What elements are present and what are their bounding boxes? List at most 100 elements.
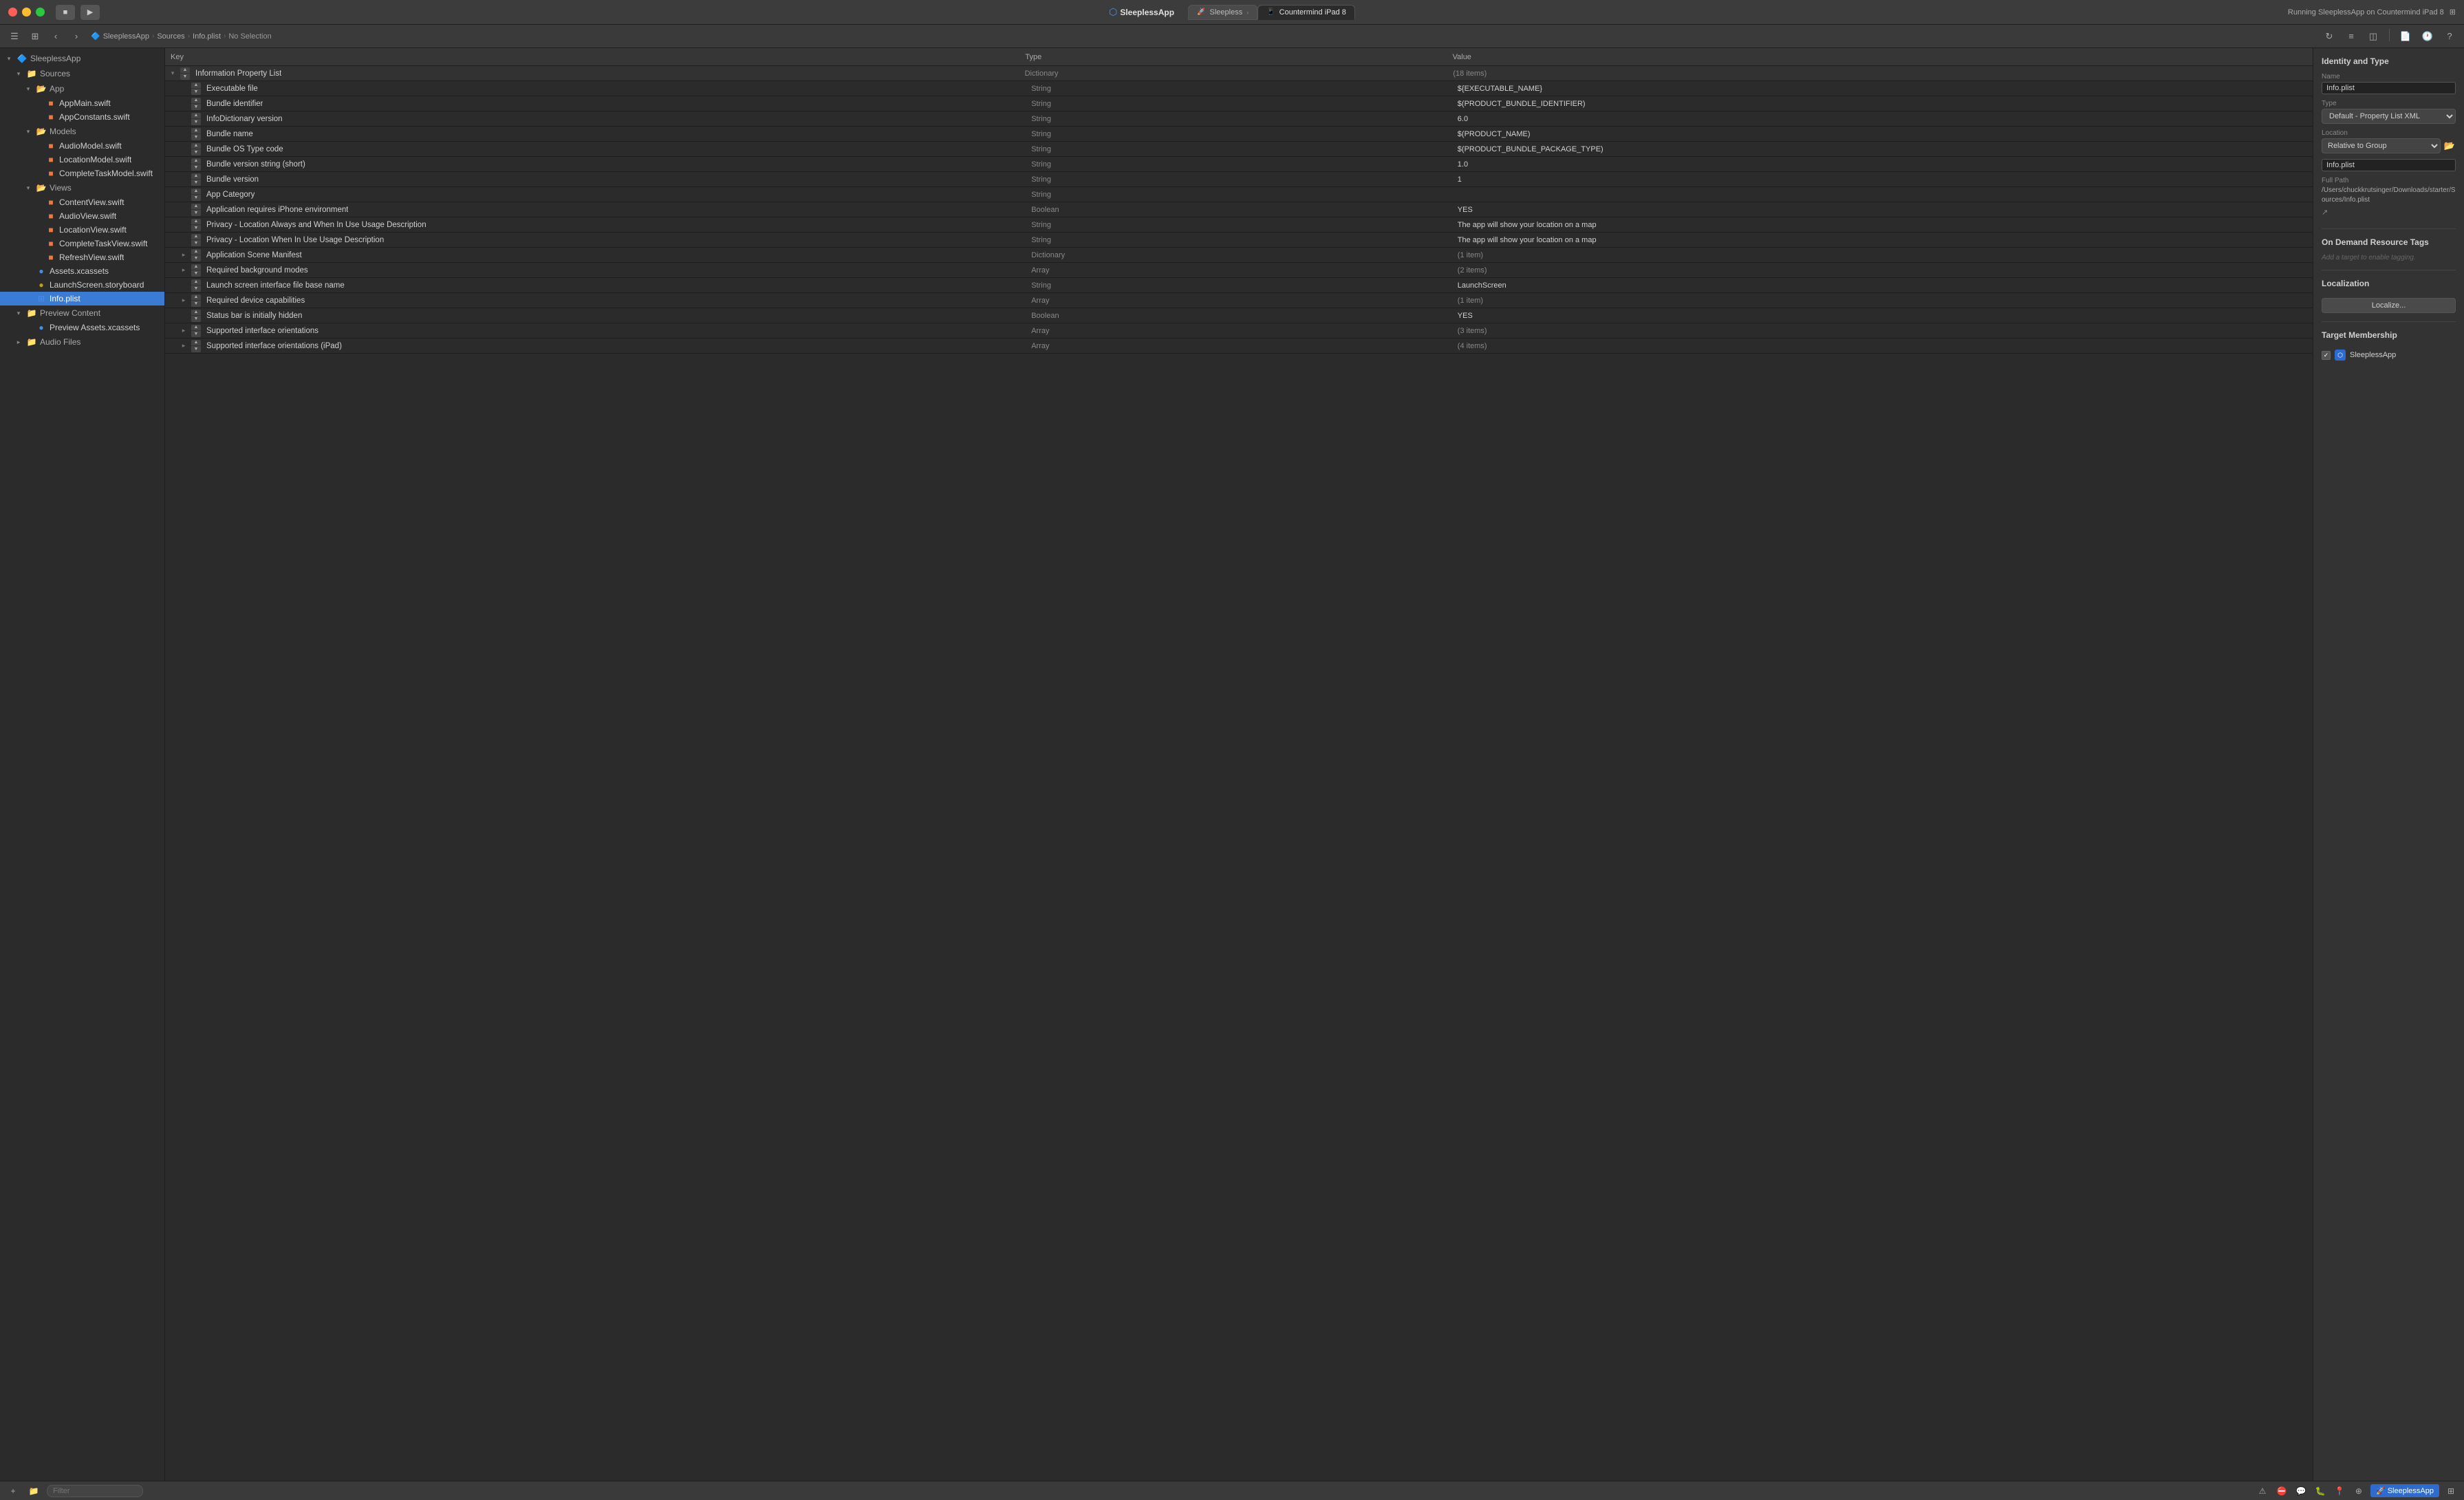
plist-row-infodict[interactable]: ▲ ▼ InfoDictionary version String 6.0 xyxy=(165,111,2313,127)
row-stepper-up-bid[interactable]: ▲ xyxy=(191,98,201,104)
sidebar-item-launchscreen[interactable]: ● LaunchScreen.storyboard xyxy=(0,278,164,292)
row-stepper-bundleid[interactable]: ▲ ▼ xyxy=(191,98,201,110)
row-stepper-down-sm[interactable]: ▼ xyxy=(191,255,201,261)
row-stepper-privacy-always[interactable]: ▲ ▼ xyxy=(191,219,201,231)
row-stepper-requiresiphone[interactable]: ▲ ▼ xyxy=(191,204,201,216)
list-view-icon[interactable]: ≡ xyxy=(2342,29,2360,44)
row-stepper-down-exec[interactable]: ▼ xyxy=(191,89,201,95)
row-disclosure-reqbg[interactable] xyxy=(179,266,188,275)
plist-row-launchscreen[interactable]: ▲ ▼ Launch screen interface file base na… xyxy=(165,278,2313,293)
plist-row-bundlevershort[interactable]: ▲ ▼ Bundle version string (short) String… xyxy=(165,157,2313,172)
sidebar-item-completetaskview[interactable]: ■ CompleteTaskView.swift xyxy=(0,237,164,250)
refresh-icon[interactable]: ↻ xyxy=(2320,29,2338,44)
plist-row-scene-manifest[interactable]: ▲ ▼ Application Scene Manifest Dictionar… xyxy=(165,248,2313,263)
row-stepper-up-pw[interactable]: ▲ xyxy=(191,234,201,240)
sidebar-group-models[interactable]: 📂 Models xyxy=(0,124,164,139)
row-stepper-up-id[interactable]: ▲ xyxy=(191,113,201,119)
sidebar-toggle-button[interactable]: ☰ xyxy=(6,29,23,44)
sidebar-item-infoplist[interactable]: ⊞ Info.plist xyxy=(0,292,164,306)
row-stepper-up-bvs[interactable]: ▲ xyxy=(191,158,201,164)
messages-button[interactable]: 💬 xyxy=(2293,1484,2309,1498)
row-stepper-up-rb[interactable]: ▲ xyxy=(191,264,201,270)
memory-button[interactable]: ⊕ xyxy=(2351,1484,2366,1498)
row-stepper-up-bos[interactable]: ▲ xyxy=(191,143,201,149)
row-stepper-root[interactable]: ▲ ▼ xyxy=(180,67,190,80)
row-stepper-down-ac[interactable]: ▼ xyxy=(191,195,201,201)
close-button[interactable] xyxy=(8,8,17,17)
breadcrumb-noselection[interactable]: No Selection xyxy=(228,32,271,41)
fullpath-reveal-icon[interactable]: ↗ xyxy=(2322,208,2334,220)
expand-button[interactable]: ⊞ xyxy=(2443,1484,2458,1498)
plist-row-statusbar[interactable]: ▲ ▼ Status bar is initially hidden Boole… xyxy=(165,308,2313,323)
run-button[interactable]: ▶ xyxy=(80,5,100,20)
folder-nav-button[interactable]: 📁 xyxy=(26,1484,41,1498)
sidebar-item-appconstants[interactable]: ■ AppConstants.swift xyxy=(0,110,164,124)
row-stepper-executable[interactable]: ▲ ▼ xyxy=(191,83,201,95)
breadcrumb-sources[interactable]: Sources xyxy=(157,32,184,41)
row-disclosure-reqdevice[interactable] xyxy=(179,296,188,306)
scheme-button[interactable]: 🚀 SleeplessApp xyxy=(2370,1484,2439,1497)
quick-help-icon[interactable]: ? xyxy=(2441,29,2458,44)
sidebar-item-contentview[interactable]: ■ ContentView.swift xyxy=(0,195,164,209)
row-stepper-down-bv[interactable]: ▼ xyxy=(191,180,201,186)
row-stepper-bundlever[interactable]: ▲ ▼ xyxy=(191,173,201,186)
row-stepper-appcategory[interactable]: ▲ ▼ xyxy=(191,189,201,201)
row-stepper-down-pw[interactable]: ▼ xyxy=(191,240,201,246)
sidebar-item-previewassets[interactable]: ● Preview Assets.xcassets xyxy=(0,321,164,334)
plist-row-appcategory[interactable]: ▲ ▼ App Category String xyxy=(165,187,2313,202)
row-stepper-down-sor[interactable]: ▼ xyxy=(191,331,201,337)
sidebar-item-audiomodel[interactable]: ■ AudioModel.swift xyxy=(0,139,164,153)
location-browse-icon[interactable]: 📂 xyxy=(2443,140,2456,152)
target-item-sleeplessapp[interactable]: ✓ ⬡ SleeplessApp xyxy=(2322,347,2456,363)
row-stepper-down-bn[interactable]: ▼ xyxy=(191,134,201,140)
file-inspector-icon[interactable]: 📄 xyxy=(2397,29,2414,44)
row-stepper-privacy-when[interactable]: ▲ ▼ xyxy=(191,234,201,246)
sidebar-item-completetaskmodel[interactable]: ■ CompleteTaskModel.swift xyxy=(0,167,164,180)
tab-sleepless[interactable]: 🚀 Sleepless › xyxy=(1188,5,1257,20)
target-checkbox-sleeplessapp[interactable]: ✓ xyxy=(2322,351,2331,360)
plist-row-executable[interactable]: ▲ ▼ Executable file String ${EXECUTABLE_… xyxy=(165,81,2313,96)
row-stepper-scene[interactable]: ▲ ▼ xyxy=(191,249,201,261)
row-stepper-bundlename[interactable]: ▲ ▼ xyxy=(191,128,201,140)
row-stepper-up-ri[interactable]: ▲ xyxy=(191,204,201,210)
row-stepper-up-exec[interactable]: ▲ xyxy=(191,83,201,89)
row-stepper-orient-ipad[interactable]: ▲ ▼ xyxy=(191,340,201,352)
row-stepper-up-bv[interactable]: ▲ xyxy=(191,173,201,180)
row-disclosure-scene[interactable] xyxy=(179,250,188,260)
plist-row-requiresiphone[interactable]: ▲ ▼ Application requires iPhone environm… xyxy=(165,202,2313,217)
inspector-toggle-icon[interactable]: ◫ xyxy=(2364,29,2382,44)
stop-button[interactable]: ■ xyxy=(56,5,75,20)
plist-row-bundlename[interactable]: ▲ ▼ Bundle name String $(PRODUCT_NAME) xyxy=(165,127,2313,142)
plist-row-orient-ipad[interactable]: ▲ ▼ Supported interface orientations (iP… xyxy=(165,339,2313,354)
plist-row-root[interactable]: ▲ ▼ Information Property List Dictionary… xyxy=(165,66,2313,81)
nav-back-button[interactable]: ‹ xyxy=(47,29,65,44)
row-stepper-up-ipad[interactable]: ▲ xyxy=(191,340,201,346)
row-stepper-up-bn[interactable]: ▲ xyxy=(191,128,201,134)
panel-location-select[interactable]: Relative to Group xyxy=(2322,138,2441,153)
row-stepper-down-bvs[interactable]: ▼ xyxy=(191,164,201,171)
row-stepper-down-sb[interactable]: ▼ xyxy=(191,316,201,322)
row-stepper-down-rb[interactable]: ▼ xyxy=(191,270,201,277)
plist-row-reqdevice[interactable]: ▲ ▼ Required device capabilities Array (… xyxy=(165,293,2313,308)
location-button[interactable]: 📍 xyxy=(2332,1484,2347,1498)
row-stepper-up-pa[interactable]: ▲ xyxy=(191,219,201,225)
history-icon[interactable]: 🕐 xyxy=(2419,29,2436,44)
row-stepper-down-id[interactable]: ▼ xyxy=(191,119,201,125)
plist-row-required-bg[interactable]: ▲ ▼ Required background modes Array (2 i… xyxy=(165,263,2313,278)
row-stepper-up-rd[interactable]: ▲ xyxy=(191,294,201,301)
sidebar-group-sources[interactable]: 📁 Sources xyxy=(0,66,164,81)
errors-button[interactable]: ⛔ xyxy=(2274,1484,2289,1498)
row-stepper-reqbg[interactable]: ▲ ▼ xyxy=(191,264,201,277)
sidebar-item-audioview[interactable]: ■ AudioView.swift xyxy=(0,209,164,223)
sidebar-item-refreshview[interactable]: ■ RefreshView.swift xyxy=(0,250,164,264)
sidebar-group-previewcontent[interactable]: 📁 Preview Content xyxy=(0,306,164,321)
row-disclosure-orient-ipad[interactable] xyxy=(179,341,188,351)
row-stepper-down-rd[interactable]: ▼ xyxy=(191,301,201,307)
plist-row-bundlever[interactable]: ▲ ▼ Bundle version String 1 xyxy=(165,172,2313,187)
add-file-button[interactable]: + xyxy=(6,1484,21,1498)
breadcrumb-sleeplessapp[interactable]: SleeplessApp xyxy=(103,32,149,41)
row-stepper-up-sor[interactable]: ▲ xyxy=(191,325,201,331)
row-stepper-up-sm[interactable]: ▲ xyxy=(191,249,201,255)
sidebar-group-app[interactable]: 📂 App xyxy=(0,81,164,96)
row-stepper-down-ri[interactable]: ▼ xyxy=(191,210,201,216)
